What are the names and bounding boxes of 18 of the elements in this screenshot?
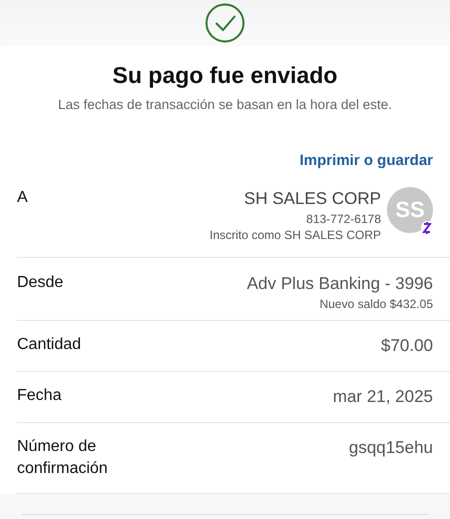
row-detail: Inscrito como SH SALES CORP bbox=[210, 227, 381, 243]
print-or-save-link[interactable]: Imprimir o guardar bbox=[300, 152, 433, 169]
row-value: $70.00 bbox=[381, 335, 433, 357]
row-label: Desde bbox=[17, 273, 64, 293]
row-detail: Nuevo saldo $432.05 bbox=[320, 296, 433, 312]
row-detail: 813-772-6178 bbox=[306, 211, 381, 227]
zigzag-icon bbox=[421, 221, 433, 235]
row-value: mar 21, 2025 bbox=[332, 386, 433, 408]
page-title: Su pago fue enviado bbox=[112, 62, 338, 89]
row-label: Fecha bbox=[17, 386, 62, 406]
row-value: Adv Plus Banking - 3996 bbox=[246, 273, 433, 295]
row-label: A bbox=[17, 188, 29, 208]
subtitle: Las fechas de transacción se basan en la hora del este. bbox=[58, 97, 392, 112]
checkmark-icon bbox=[205, 3, 245, 43]
row-label: Cantidad bbox=[17, 335, 82, 355]
row-value: SH SALES CORP bbox=[244, 188, 381, 210]
row-label: Número de confirmación bbox=[17, 437, 109, 479]
row-value: gsqq15ehu bbox=[348, 437, 433, 459]
